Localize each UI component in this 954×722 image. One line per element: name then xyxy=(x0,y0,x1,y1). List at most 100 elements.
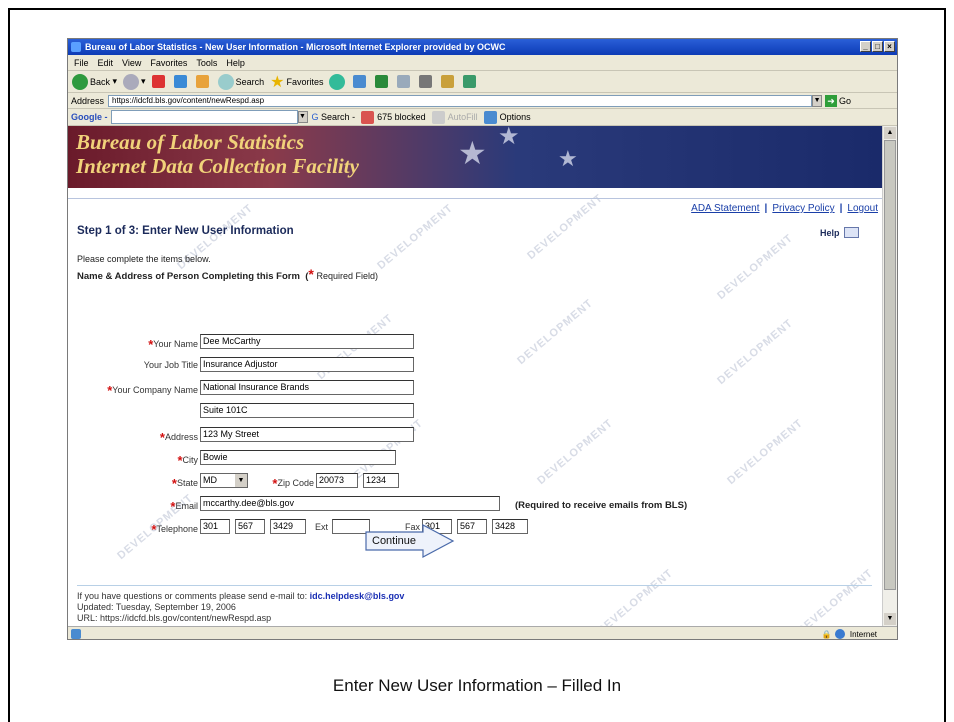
menu-file[interactable]: File xyxy=(74,58,89,68)
history-icon xyxy=(329,73,346,90)
banner-line-2: Internet Data Collection Facility xyxy=(76,154,359,178)
scroll-down-icon[interactable]: ▼ xyxy=(884,613,896,625)
menu-favorites[interactable]: Favorites xyxy=(150,58,187,68)
watermark: DEVELOPMENT xyxy=(595,566,676,626)
ie-logo-icon xyxy=(71,42,81,52)
google-dropdown-icon[interactable]: ▼ xyxy=(297,111,308,123)
menu-help[interactable]: Help xyxy=(226,58,245,68)
options-button[interactable]: Options xyxy=(483,110,531,124)
menu-edit[interactable]: Edit xyxy=(98,58,114,68)
email-input[interactable]: mccarthy.dee@bls.gov xyxy=(200,496,500,511)
browser-window: Bureau of Labor Statistics - New User In… xyxy=(67,38,898,640)
required-asterisk-icon: * xyxy=(308,266,314,282)
zip-input[interactable]: 20073 xyxy=(316,473,358,488)
go-button[interactable]: ➜ Go xyxy=(825,94,851,107)
menu-tools[interactable]: Tools xyxy=(196,58,217,68)
maximize-button[interactable]: □ xyxy=(872,41,883,52)
email-note: (Required to receive emails from BLS) xyxy=(515,500,688,511)
watermark: DEVELOPMENT xyxy=(715,316,796,388)
print-button[interactable] xyxy=(397,75,413,88)
address-input[interactable]: https://idcfd.bls.gov/content/newRespd.a… xyxy=(108,94,813,107)
toolbar: Back ▾ ▾ Search ★ Favorites xyxy=(68,71,897,93)
ext-label: Ext xyxy=(314,522,328,532)
page-status-icon xyxy=(71,629,81,639)
research-button[interactable] xyxy=(441,75,457,88)
job-title-input[interactable]: Insurance Adjustor xyxy=(200,357,414,372)
footer-contact: If you have questions or comments please… xyxy=(77,591,405,601)
autofill-icon xyxy=(431,110,445,124)
page-content: ★ ★ ★ Bureau of Labor Statistics Interne… xyxy=(68,126,884,626)
state-label: *State xyxy=(171,476,198,491)
forward-button[interactable]: ▾ xyxy=(123,73,146,90)
font-button[interactable] xyxy=(375,75,391,88)
watermark: DEVELOPMENT xyxy=(525,191,606,263)
state-select[interactable]: MD ▼ xyxy=(200,473,248,488)
fax-prefix-input[interactable]: 567 xyxy=(457,519,487,534)
ada-statement-link[interactable]: ADA Statement xyxy=(691,203,759,214)
company-line2-input[interactable]: Suite 101C xyxy=(200,403,414,418)
vertical-scrollbar[interactable]: ▲ ▼ xyxy=(882,126,897,626)
google-search-button[interactable]: G Search - xyxy=(312,112,356,122)
helpdesk-email-link[interactable]: idc.helpdesk@bls.gov xyxy=(310,591,405,601)
back-button[interactable]: Back ▾ xyxy=(72,73,117,90)
zip-ext-input[interactable]: 1234 xyxy=(363,473,399,488)
mail-icon xyxy=(353,75,367,88)
bls-banner: ★ ★ ★ Bureau of Labor Statistics Interne… xyxy=(68,126,884,188)
phone-prefix-input[interactable]: 567 xyxy=(235,519,265,534)
help-button[interactable]: Help xyxy=(820,227,859,238)
refresh-icon xyxy=(173,75,187,88)
phone-area-input[interactable]: 301 xyxy=(200,519,230,534)
your-name-input[interactable]: Dee McCarthy xyxy=(200,334,414,349)
search-button[interactable]: Search xyxy=(217,73,264,90)
fax-line-input[interactable]: 3428 xyxy=(492,519,528,534)
messenger-button[interactable] xyxy=(463,75,479,88)
autofill-button[interactable]: AutoFill xyxy=(431,110,478,124)
scroll-thumb[interactable] xyxy=(884,140,896,590)
footer-updated: Updated: Tuesday, September 19, 2006 xyxy=(77,602,236,612)
footer-divider xyxy=(77,585,872,586)
messenger-icon xyxy=(463,75,477,88)
home-button[interactable] xyxy=(195,75,212,88)
refresh-button[interactable] xyxy=(173,75,190,88)
banner-star-icon: ★ xyxy=(498,126,520,150)
google-search-input[interactable] xyxy=(110,110,298,124)
chevron-down-icon: ▼ xyxy=(235,474,247,487)
history-button[interactable] xyxy=(329,73,347,90)
google-logo[interactable]: Google - xyxy=(71,112,108,122)
menu-view[interactable]: View xyxy=(122,58,141,68)
city-label: *City xyxy=(177,453,198,468)
mail-button[interactable] xyxy=(353,75,369,88)
address-dropdown-icon[interactable]: ▼ xyxy=(812,94,823,107)
logout-link[interactable]: Logout xyxy=(847,203,878,214)
banner-star-icon: ★ xyxy=(558,146,578,171)
company-label: *Your Company Name xyxy=(107,383,198,398)
favorites-button[interactable]: ★ Favorites xyxy=(270,72,323,92)
menu-bar: File Edit View Favorites Tools Help xyxy=(68,55,897,71)
phone-line-input[interactable]: 3429 xyxy=(270,519,306,534)
popup-blocker[interactable]: 675 blocked xyxy=(361,110,426,124)
edit-icon xyxy=(419,75,433,88)
company-input[interactable]: National Insurance Brands xyxy=(200,380,414,395)
minimize-button[interactable]: _ xyxy=(860,41,871,52)
footer-url: URL: https://idcfd.bls.gov/content/newRe… xyxy=(77,613,272,623)
security-zone: 🔒 Internet xyxy=(821,629,877,639)
watermark: DEVELOPMENT xyxy=(375,201,456,273)
stop-icon xyxy=(151,75,165,88)
address-bar: Address https://idcfd.bls.gov/content/ne… xyxy=(68,93,897,109)
address-input[interactable]: 123 My Street xyxy=(200,427,414,442)
zip-label: *Zip Code xyxy=(272,476,314,491)
banner-star-icon: ★ xyxy=(458,135,487,171)
print-icon xyxy=(397,75,411,88)
privacy-policy-link[interactable]: Privacy Policy xyxy=(772,203,834,214)
email-label: *Email xyxy=(170,499,198,514)
city-input[interactable]: Bowie xyxy=(200,450,396,465)
stop-button[interactable] xyxy=(151,75,168,88)
continue-button[interactable]: Continue xyxy=(365,524,455,558)
close-button[interactable]: × xyxy=(884,41,895,52)
page-title: Step 1 of 3: Enter New User Information xyxy=(77,225,294,237)
intro-text: Please complete the items below. xyxy=(77,254,211,264)
scroll-up-icon[interactable]: ▲ xyxy=(884,127,896,139)
section-heading: Name & Address of Person Completing this… xyxy=(77,266,379,282)
edit-button[interactable] xyxy=(419,75,435,88)
help-icon xyxy=(843,227,859,238)
